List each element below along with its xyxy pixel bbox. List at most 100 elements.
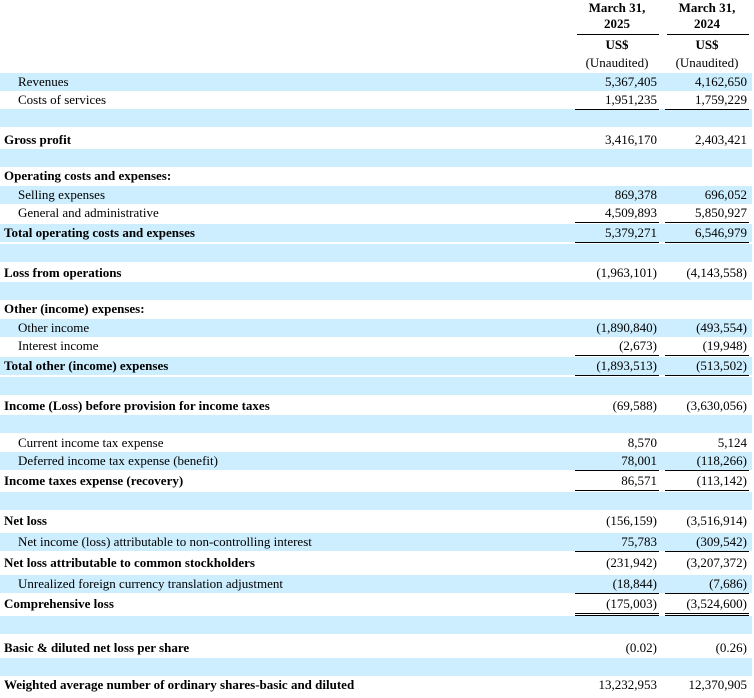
row-label: Total other (income) expenses: [4, 358, 169, 373]
spacer-row: [0, 282, 752, 300]
value-2025: 86,571: [575, 472, 659, 491]
value-2025: (0.02): [625, 640, 657, 655]
value-2025: (175,003): [575, 595, 659, 616]
col1-currency: US$: [605, 37, 629, 52]
value-2024: (3,516,914): [686, 513, 747, 528]
table-row: Loss from operations (1,963,101) (4,143,…: [0, 264, 752, 282]
value-2025: 75,783: [575, 533, 659, 552]
table-row: Comprehensive loss (175,003) (3,524,600): [0, 595, 752, 616]
spacer-row: [0, 377, 752, 395]
row-label: General and administrative: [18, 205, 159, 220]
spacer-row: [0, 109, 752, 127]
row-label: Weighted average number of ordinary shar…: [4, 677, 355, 692]
value-2024: 5,124: [717, 435, 747, 450]
col1-header-line2: 2025: [604, 16, 630, 31]
value-2025: (2,673): [575, 337, 659, 356]
value-2025: 1,951,235: [575, 91, 659, 110]
row-label: Income (Loss) before provision for incom…: [4, 398, 270, 413]
table-row: Total operating costs and expenses 5,379…: [0, 224, 752, 243]
value-2025: (69,588): [612, 398, 657, 413]
value-2025: (231,942): [606, 555, 657, 570]
row-label: Deferred income tax expense (benefit): [18, 453, 218, 468]
table-row: Current income tax expense 8,570 5,124: [0, 434, 752, 452]
value-2024: (113,142): [665, 472, 749, 491]
col1-header-line1: March 31,: [588, 0, 646, 15]
row-label: Basic & diluted net loss per share: [4, 640, 190, 655]
col2-header-rule: [667, 34, 749, 35]
spacer-row: [0, 415, 752, 433]
row-label: Net loss: [4, 513, 47, 528]
col2-unaudited: (Unaudited): [675, 55, 739, 70]
row-label: Operating costs and expenses:: [4, 168, 172, 183]
table-row: Other income (1,890,840) (493,554): [0, 319, 752, 337]
table-row: Total other (income) expenses (1,893,513…: [0, 357, 752, 376]
col2-currency: US$: [695, 37, 719, 52]
row-label: Selling expenses: [18, 187, 106, 202]
table-row: Interest income (2,673) (19,948): [0, 337, 752, 356]
table-row: Deferred income tax expense (benefit) 78…: [0, 452, 752, 471]
spacer-row: [0, 244, 752, 262]
value-2025: 869,378: [614, 187, 657, 202]
value-2024: (3,630,056): [686, 398, 747, 413]
value-2024: (4,143,558): [686, 265, 747, 280]
value-2024: (7,686): [665, 575, 749, 594]
row-label: Interest income: [18, 338, 99, 353]
row-label: Net income (loss) attributable to non-co…: [18, 534, 312, 549]
table-row: Net income (loss) attributable to non-co…: [0, 533, 752, 552]
table-row: Basic & diluted net loss per share (0.02…: [0, 639, 752, 657]
value-2025: (18,844): [575, 575, 659, 594]
row-label: Comprehensive loss: [4, 596, 114, 611]
value-2024: (3,524,600): [665, 595, 749, 616]
value-2025: (1,890,840): [596, 320, 657, 335]
row-label: Current income tax expense: [18, 435, 164, 450]
value-2024: 5,850,927: [665, 204, 749, 223]
value-2024: (309,542): [665, 533, 749, 552]
row-label: Costs of services: [18, 92, 107, 107]
value-2024: (19,948): [665, 337, 749, 356]
value-2025: 4,509,893: [575, 204, 659, 223]
spacer-row: [0, 658, 752, 676]
value-2025: 5,367,405: [605, 74, 657, 89]
table-row: Income (Loss) before provision for incom…: [0, 397, 752, 415]
row-label: Other income: [18, 320, 90, 335]
value-2024: (3,207,372): [686, 555, 747, 570]
table-row: Gross profit 3,416,170 2,403,421: [0, 131, 752, 149]
row-label: Net loss attributable to common stockhol…: [4, 555, 255, 570]
table-row: Costs of services 1,951,235 1,759,229: [0, 91, 752, 110]
spacer-row: [0, 616, 752, 634]
value-2025: 78,001: [575, 452, 659, 471]
table-row: Income taxes expense (recovery) 86,571 (…: [0, 472, 752, 491]
value-2024: 4,162,650: [695, 74, 747, 89]
col2-header-line2: 2024: [694, 16, 720, 31]
row-label: Total operating costs and expenses: [4, 225, 195, 240]
section-heading: Operating costs and expenses:: [0, 167, 752, 185]
col1-header-rule: [577, 34, 659, 35]
value-2024: 696,052: [704, 187, 747, 202]
value-2025: (1,893,513): [575, 357, 659, 376]
value-2025: 5,379,271: [575, 224, 659, 243]
value-2024: (118,266): [665, 452, 749, 471]
value-2025: 3,416,170: [605, 132, 657, 147]
row-label: Other (income) expenses:: [4, 301, 145, 316]
value-2025: 13,232,953: [598, 677, 658, 692]
value-2025: 8,570: [627, 435, 657, 450]
value-2025: (156,159): [606, 513, 657, 528]
row-label: Revenues: [18, 74, 69, 89]
value-2024: 2,403,421: [695, 132, 747, 147]
value-2024: (513,502): [665, 357, 749, 376]
col2-header-line1: March 31,: [678, 0, 736, 15]
row-label: Loss from operations: [4, 265, 122, 280]
table-row: Selling expenses 869,378 696,052: [0, 186, 752, 204]
table-row: Net loss attributable to common stockhol…: [0, 554, 752, 572]
table-row: General and administrative 4,509,893 5,8…: [0, 204, 752, 223]
value-2024: (493,554): [696, 320, 747, 335]
spacer-row: [0, 492, 752, 510]
spacer-row: [0, 149, 752, 167]
value-2024: (0.26): [715, 640, 747, 655]
value-2024: 6,546,979: [665, 224, 749, 243]
table-row: Revenues 5,367,405 4,162,650: [0, 73, 752, 91]
col1-unaudited: (Unaudited): [585, 55, 649, 70]
value-2025: (1,963,101): [596, 265, 657, 280]
value-2024: 1,759,229: [665, 91, 749, 110]
section-heading: Other (income) expenses:: [0, 300, 752, 318]
